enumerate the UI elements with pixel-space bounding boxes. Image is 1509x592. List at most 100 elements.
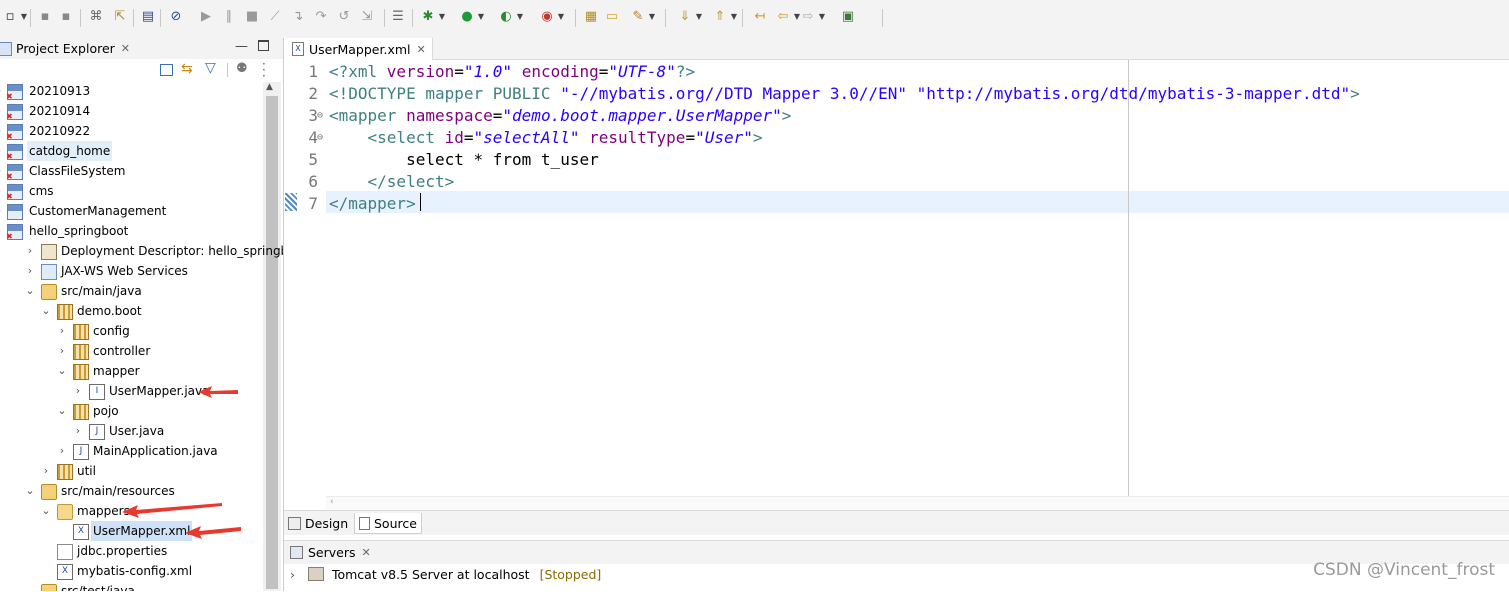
filter-icon[interactable]: ▽ [205, 60, 216, 76]
open-resource-icon[interactable]: ⇱ [112, 9, 128, 25]
build-icon[interactable]: ✎ [630, 9, 646, 25]
dropdown-arrow-icon[interactable]: ▼ [477, 9, 485, 25]
minimize-icon[interactable]: — [235, 39, 248, 54]
project-error-icon: ✖ [6, 104, 23, 121]
dropdown-arrow-icon[interactable]: ▼ [516, 9, 524, 25]
close-icon[interactable]: ✕ [121, 42, 130, 55]
new-icon[interactable]: ▫ [2, 9, 18, 25]
expand-icon[interactable]: › [290, 566, 300, 584]
save-all-icon[interactable]: ▪ [58, 9, 74, 25]
run-external-icon[interactable]: ◉ [539, 9, 555, 25]
use-step-filters-icon[interactable]: ☰ [390, 9, 406, 25]
terminate-icon[interactable]: ■ [244, 9, 260, 25]
last-edit-icon[interactable]: ↤ [752, 9, 768, 25]
view-menu-icon[interactable]: · · · [262, 58, 266, 82]
server-row[interactable]: › Tomcat v8.5 Server at localhost [Stopp… [290, 566, 601, 584]
print-margin [1128, 60, 1129, 496]
toolbar-separator [742, 9, 743, 27]
next-annotation-icon[interactable]: ⇓ [677, 9, 693, 25]
fold-toggle-icon[interactable]: ⊖ [317, 127, 327, 149]
drop-to-frame-icon[interactable]: ⇲ [359, 9, 375, 25]
dropdown-arrow-icon[interactable]: ▼ [695, 9, 703, 25]
fold-toggle-icon[interactable]: ⊖ [317, 105, 327, 127]
expand-arrow-icon[interactable]: › [57, 321, 67, 341]
expand-arrow-icon[interactable]: › [0, 221, 4, 241]
expand-arrow-icon[interactable]: › [0, 161, 4, 181]
deployment-descriptor-icon [41, 244, 57, 260]
expand-arrow-icon[interactable]: › [0, 201, 4, 221]
explorer-scrollbar-thumb[interactable] [266, 96, 278, 589]
toolbar-separator [384, 9, 385, 27]
collapse-arrow-icon[interactable]: ⌄ [57, 401, 67, 421]
properties-file-icon [57, 544, 73, 560]
collapse-all-icon[interactable] [160, 64, 173, 76]
run-icon[interactable]: ● [459, 9, 475, 25]
expand-arrow-icon[interactable]: › [0, 101, 4, 121]
tab-servers[interactable]: Servers ✕ [290, 542, 371, 562]
open-type-icon[interactable]: ⌘ [88, 9, 104, 25]
editor-horizontal-scrollbar[interactable]: ‹ [326, 496, 1509, 511]
expand-arrow-icon[interactable]: › [25, 261, 35, 281]
tab-usermapper-xml[interactable]: X UserMapper.xml ✕ [284, 38, 433, 60]
close-icon[interactable]: ✕ [362, 546, 371, 559]
open-folder-icon[interactable]: ▭ [604, 9, 620, 25]
step-into-icon[interactable]: ↴ [290, 9, 306, 25]
maximize-icon[interactable] [258, 40, 269, 51]
dropdown-arrow-icon[interactable]: ▼ [438, 9, 446, 25]
expand-arrow-icon[interactable]: › [57, 341, 67, 361]
previous-annotation-icon[interactable]: ⇑ [712, 9, 728, 25]
expand-arrow-icon[interactable]: › [25, 241, 35, 261]
resume-icon[interactable]: ▶ [198, 9, 214, 25]
xml-file-icon: X [73, 524, 89, 540]
skip-breakpoints-icon[interactable]: ⊘ [168, 9, 184, 25]
forward-icon[interactable]: ⇨ [800, 9, 816, 25]
coverage-icon[interactable]: ◐ [498, 9, 514, 25]
dropdown-arrow-icon[interactable]: ▼ [730, 9, 738, 25]
back-icon[interactable]: ⇦ [775, 9, 791, 25]
expand-arrow-icon[interactable]: › [57, 441, 67, 461]
scroll-left-icon[interactable]: ‹ [330, 497, 334, 507]
link-with-editor-icon[interactable]: ⇆ [181, 61, 193, 77]
collapse-arrow-icon[interactable]: ⌄ [57, 361, 67, 381]
scroll-up-icon[interactable]: ▲ [266, 82, 273, 92]
expand-arrow-icon[interactable]: › [41, 461, 51, 481]
tab-source[interactable]: Source [354, 513, 422, 534]
line-number: 6 [308, 172, 318, 191]
suspend-icon[interactable]: ∥ [221, 9, 237, 25]
tree-item-label: Deployment Descriptor: hello_springb [61, 244, 284, 258]
collapse-arrow-icon[interactable]: ⌄ [41, 301, 51, 321]
tab-project-explorer[interactable]: Project Explorer ✕ [0, 38, 130, 59]
tree-item-label: hello_springboot [29, 224, 129, 238]
source-folder-icon [41, 584, 57, 591]
expand-arrow-icon[interactable]: › [0, 141, 4, 161]
focus-icon[interactable]: ⚉ [236, 61, 248, 76]
debug-icon[interactable]: ✱ [420, 9, 436, 25]
source-icon [359, 516, 370, 530]
line-number: 2 [308, 84, 318, 103]
collapse-arrow-icon[interactable]: ⌄ [41, 501, 51, 521]
dropdown-arrow-icon[interactable]: ▼ [648, 9, 656, 25]
expand-arrow-icon[interactable]: › [73, 381, 83, 401]
code-token: "selectAll" [473, 128, 580, 147]
collapse-arrow-icon[interactable]: ⌄ [25, 281, 35, 301]
new-java-project-icon[interactable]: ▦ [583, 9, 599, 25]
expand-arrow-icon[interactable]: › [0, 121, 4, 141]
save-icon[interactable]: ▪ [37, 9, 53, 25]
disconnect-icon[interactable]: ⟋ [267, 9, 283, 25]
close-icon[interactable]: ✕ [417, 43, 426, 56]
terminal-icon[interactable]: ▤ [140, 9, 156, 25]
tab-design[interactable]: Design [288, 513, 348, 533]
step-return-icon[interactable]: ↺ [336, 9, 352, 25]
code-token: > [781, 106, 792, 125]
xml-file-icon: X [292, 42, 304, 56]
expand-arrow-icon[interactable]: › [0, 81, 4, 101]
step-over-icon[interactable]: ↷ [313, 9, 329, 25]
dropdown-arrow-icon[interactable]: ▼ [557, 9, 565, 25]
expand-arrow-icon[interactable]: › [0, 181, 4, 201]
dropdown-arrow-icon[interactable]: ▼ [818, 9, 826, 25]
expand-arrow-icon[interactable]: › [73, 421, 83, 441]
collapse-arrow-icon[interactable]: ⌄ [25, 481, 35, 501]
pin-editor-icon[interactable]: ▣ [840, 9, 856, 25]
dropdown-arrow-icon[interactable]: ▼ [20, 9, 28, 25]
